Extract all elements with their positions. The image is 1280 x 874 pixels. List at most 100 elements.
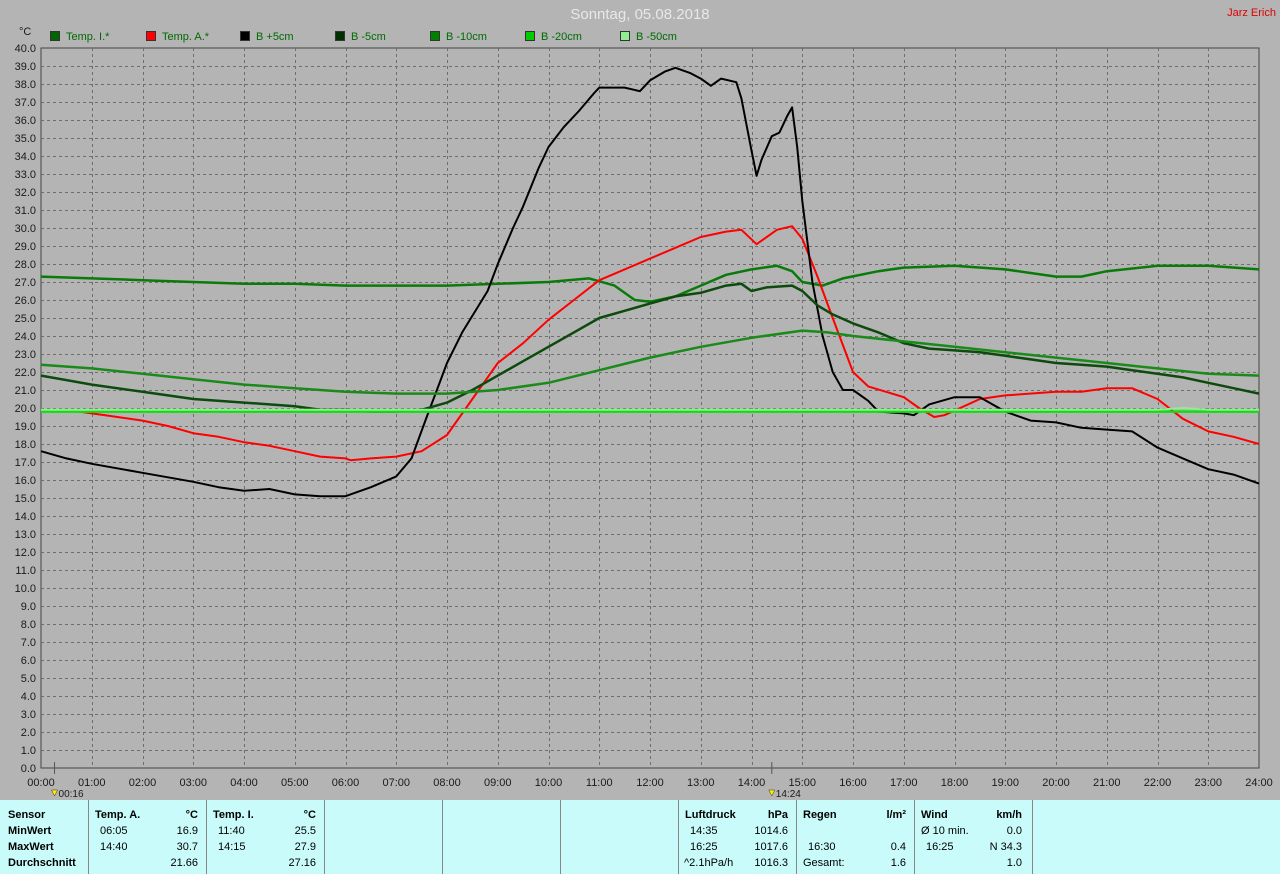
temp-i-max-value: 27.9: [294, 841, 316, 853]
y-tick-label: 6.0: [21, 655, 36, 667]
divider: [324, 800, 325, 874]
x-tick-label: 04:00: [230, 777, 258, 789]
x-tick-label: 22:00: [1144, 777, 1172, 789]
y-tick-label: 20.0: [15, 403, 36, 415]
y-tick-label: 26.0: [15, 295, 36, 307]
x-tick-label: 08:00: [433, 777, 461, 789]
x-tick-label: 20:00: [1042, 777, 1070, 789]
rain-max-value: 0.4: [890, 841, 906, 853]
y-tick-label: 5.0: [21, 673, 36, 685]
y-tick-label: 14.0: [15, 511, 36, 523]
y-tick-label: 16.0: [15, 475, 36, 487]
y-tick-label: 34.0: [15, 151, 36, 163]
y-tick-label: 38.0: [15, 79, 36, 91]
y-tick-label: 25.0: [15, 313, 36, 325]
y-tick-label: 39.0: [15, 61, 36, 73]
wind-max-time: 16:25: [926, 841, 954, 853]
y-tick-label: 23.0: [15, 349, 36, 361]
x-tick-label: 18:00: [941, 777, 969, 789]
y-tick-label: 33.0: [15, 169, 36, 181]
y-tick-label: 27.0: [15, 277, 36, 289]
x-tick-label: 21:00: [1093, 777, 1121, 789]
y-tick-label: 19.0: [15, 421, 36, 433]
x-tick-label: 00:00: [27, 777, 55, 789]
y-tick-labels: 0.0 1.0 2.0 3.0 4.0 5.0 6.0 7.0 8.0 9.0 10.0 11.0 12…: [15, 43, 36, 775]
x-tick-label: 07:00: [382, 777, 410, 789]
pressure-min-value: 1014.6: [754, 825, 788, 837]
divider: [914, 800, 915, 874]
row-label-avg: Durchschnitt: [8, 857, 76, 869]
temp-i-average: 27.16: [288, 857, 316, 869]
x-tick-label: 09:00: [484, 777, 512, 789]
pressure-max-time: 16:25: [690, 841, 718, 853]
x-tick-label: 12:00: [636, 777, 664, 789]
x-tick-label: 02:00: [129, 777, 157, 789]
x-tick-label: 24:00: [1245, 777, 1273, 789]
y-tick-label: 0.0: [21, 763, 36, 775]
y-tick-label: 11.0: [15, 565, 36, 577]
x-tick-labels: 00:00 01:00 02:00 03:00 04:00 05:00 06:00 07:00…: [27, 777, 1273, 789]
wind-min-value: 0.0: [1006, 825, 1022, 837]
rain-unit: l/m²: [886, 809, 906, 821]
temp-i-unit: °C: [303, 809, 316, 821]
temp-a-unit: °C: [185, 809, 198, 821]
x-tick-label: 17:00: [890, 777, 918, 789]
y-tick-label: 2.0: [21, 727, 36, 739]
divider: [442, 800, 443, 874]
stats-panel: Sensor MinWert MaxWert Durchschnitt Temp…: [0, 800, 1280, 874]
y-tick-label: 10.0: [15, 583, 36, 595]
temp-i-min-value: 25.5: [294, 825, 316, 837]
row-label-min: MinWert: [8, 825, 52, 837]
wind-header: Wind: [921, 809, 948, 821]
y-tick-label: 32.0: [15, 187, 36, 199]
y-tick-label: 22.0: [15, 367, 36, 379]
x-tick-label: 16:00: [839, 777, 867, 789]
x-tick-label: 11:00: [586, 777, 613, 789]
divider: [796, 800, 797, 874]
max-marker-icon: [768, 789, 776, 797]
y-tick-label: 13.0: [15, 529, 36, 541]
y-tick-label: 15.0: [15, 493, 36, 505]
x-tick-label: 14:00: [738, 777, 766, 789]
divider: [88, 800, 89, 874]
y-tick-label: 18.0: [15, 439, 36, 451]
y-tick-label: 7.0: [21, 637, 36, 649]
y-tick-label: 9.0: [21, 601, 36, 613]
y-tick-label: 28.0: [15, 259, 36, 271]
line-chart: 0.0 1.0 2.0 3.0 4.0 5.0 6.0 7.0 8.0 9.0 10.0 11.0 12…: [15, 43, 1273, 800]
rain-max-time: 16:30: [808, 841, 836, 853]
rain-header: Regen: [803, 809, 837, 821]
wind-average: 1.0: [1006, 857, 1022, 869]
min-marker-label: 00:16: [59, 789, 84, 800]
x-tick-label: 05:00: [281, 777, 309, 789]
temp-a-average: 21.66: [170, 857, 198, 869]
temp-a-min-time: 06:05: [100, 825, 128, 837]
y-tick-label: 31.0: [15, 205, 36, 217]
y-tick-label: 3.0: [21, 709, 36, 721]
wind-min-label: Ø 10 min.: [921, 825, 969, 837]
rain-total-label: Gesamt:: [803, 857, 845, 869]
pressure-trend: ^2.1hPa/h: [684, 857, 734, 869]
x-tick-label: 13:00: [687, 777, 715, 789]
x-tick-label: 06:00: [332, 777, 360, 789]
y-tick-label: 40.0: [15, 43, 36, 55]
x-tick-label: 23:00: [1194, 777, 1222, 789]
y-tick-label: 24.0: [15, 331, 36, 343]
pressure-average: 1016.3: [754, 857, 788, 869]
y-tick-label: 29.0: [15, 241, 36, 253]
min-marker-icon: [51, 789, 58, 797]
y-tick-label: 30.0: [15, 223, 36, 235]
temp-i-header: Temp. I.: [213, 809, 254, 821]
divider: [1032, 800, 1033, 874]
y-tick-label: 4.0: [21, 691, 36, 703]
y-tick-label: 35.0: [15, 133, 36, 145]
x-tick-label: 03:00: [179, 777, 207, 789]
temp-a-min-value: 16.9: [176, 825, 198, 837]
x-tick-label: 01:00: [78, 777, 106, 789]
grid: [40, 47, 1260, 769]
sensor-header: Sensor: [8, 809, 46, 821]
temp-a-max-time: 14:40: [100, 841, 128, 853]
divider: [206, 800, 207, 874]
temp-i-max-time: 14:15: [218, 841, 246, 853]
row-label-max: MaxWert: [8, 841, 54, 853]
